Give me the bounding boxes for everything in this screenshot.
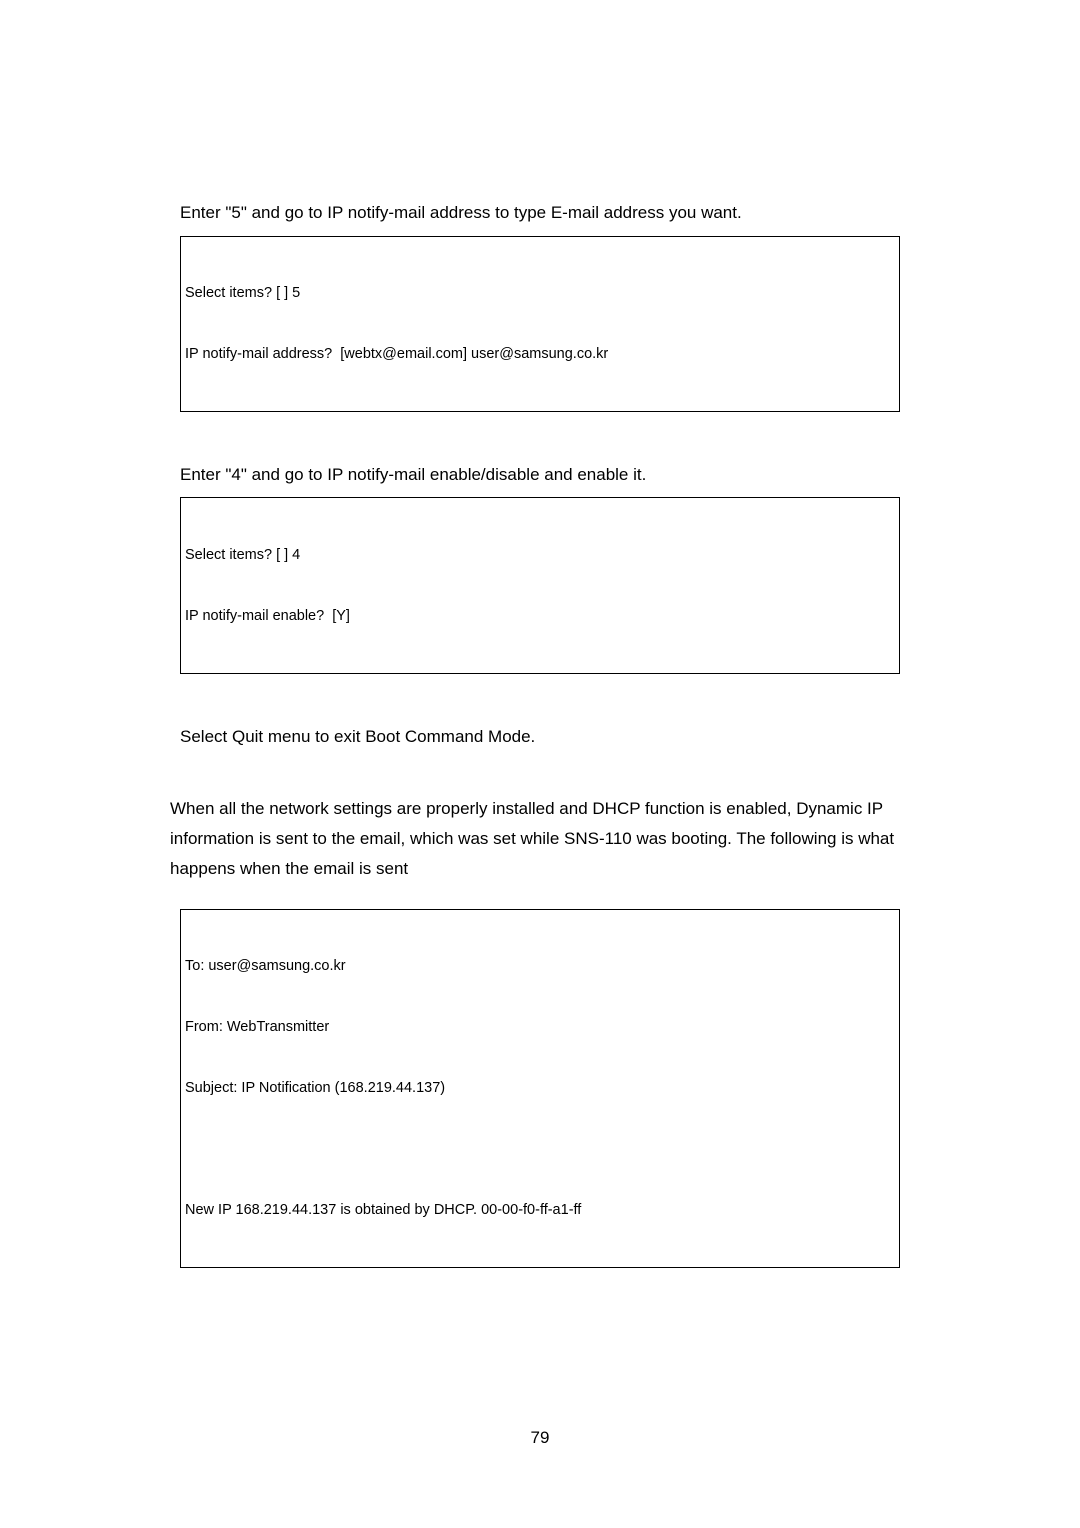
instruction-2: Enter "4" and go to IP notify-mail enabl… [180,462,910,488]
code-box-2: Select items? [ ] 4 IP notify-mail enabl… [180,497,900,673]
body-paragraph: When all the network settings are proper… [170,794,910,883]
code-line: IP notify-mail address? [webtx@email.com… [185,344,895,364]
page-number: 79 [0,1428,1080,1448]
spacer [170,884,910,909]
code-box-3: To: user@samsung.co.kr From: WebTransmit… [180,909,900,1268]
code-line: Select items? [ ] 4 [185,545,895,565]
code-line: To: user@samsung.co.kr [185,956,895,976]
code-line: Select items? [ ] 5 [185,283,895,303]
code-line [185,1139,895,1159]
spacer [170,759,910,794]
spacer [170,674,910,724]
instruction-3: Select Quit menu to exit Boot Command Mo… [180,724,910,750]
code-line: IP notify-mail enable? [Y] [185,606,895,626]
code-line: From: WebTransmitter [185,1017,895,1037]
page-content: Enter "5" and go to IP notify-mail addre… [0,0,1080,1268]
code-box-1: Select items? [ ] 5 IP notify-mail addre… [180,236,900,412]
code-line: New IP 168.219.44.137 is obtained by DHC… [185,1200,895,1220]
instruction-1: Enter "5" and go to IP notify-mail addre… [180,200,910,226]
code-line: Subject: IP Notification (168.219.44.137… [185,1078,895,1098]
spacer [170,412,910,462]
